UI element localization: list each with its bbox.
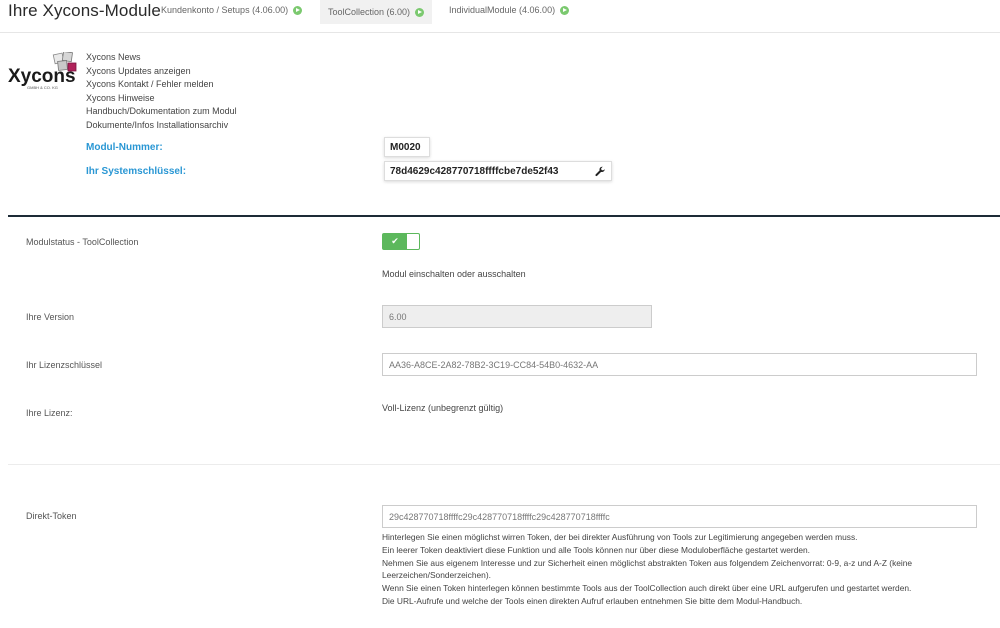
module-number-value: M0020 bbox=[384, 137, 430, 157]
section-divider bbox=[8, 215, 1000, 217]
token-label: Direkt-Token bbox=[26, 511, 77, 521]
module-status-toggle[interactable]: ✔ bbox=[382, 233, 420, 250]
link-xycons-news[interactable]: Xycons News bbox=[86, 51, 237, 65]
play-icon bbox=[560, 5, 570, 15]
license-key-field[interactable] bbox=[382, 353, 977, 376]
token-help-line: Hinterlegen Sie einen möglichst wirren T… bbox=[382, 532, 858, 542]
link-handbuch[interactable]: Handbuch/Dokumentation zum Modul bbox=[86, 105, 237, 119]
version-label: Ihre Version bbox=[26, 312, 75, 322]
play-icon bbox=[293, 5, 303, 15]
system-key-box: 78d4629c428770718ffffcbe7de52f43 bbox=[384, 161, 612, 181]
token-help-line: Ein leerer Token deaktiviert diese Funkt… bbox=[382, 544, 811, 555]
tab-label: ToolCollection (6.00) bbox=[328, 7, 411, 17]
link-xycons-updates[interactable]: Xycons Updates anzeigen bbox=[86, 65, 237, 79]
link-xycons-hinweise[interactable]: Xycons Hinweise bbox=[86, 92, 237, 106]
token-help-line: Leerzeichen/Sonderzeichen). bbox=[382, 570, 491, 581]
tab-kundenkonto[interactable]: Kundenkonto / Setups (4.06.00) bbox=[153, 0, 310, 20]
link-xycons-kontakt[interactable]: Xycons Kontakt / Fehler melden bbox=[86, 78, 237, 92]
tab-toolcollection[interactable]: ToolCollection (6.00) bbox=[320, 0, 433, 24]
license-label: Ihre Lizenz: bbox=[26, 408, 73, 418]
logo-wordmark: Xycons bbox=[8, 66, 76, 87]
license-key-label: Ihr Lizenzschlüssel bbox=[26, 360, 103, 370]
version-field[interactable] bbox=[382, 305, 652, 328]
status-label: Modulstatus - ToolCollection bbox=[26, 237, 139, 247]
page-title: Ihre Xycons-Module bbox=[8, 1, 161, 20]
tab-label: IndividualModule (4.06.00) bbox=[449, 5, 556, 15]
system-key-label: Ihr Systemschlüssel: bbox=[86, 166, 187, 177]
logo-subtext: GMBH & CO. KG bbox=[27, 85, 58, 90]
tab-individualmodule[interactable]: IndividualModule (4.06.00) bbox=[441, 0, 577, 20]
top-bar: Ihre Xycons-Module Kundenkonto / Setups … bbox=[0, 0, 1000, 33]
license-value: Voll-Lizenz (unbegrenzt gültig) bbox=[382, 403, 504, 413]
wrench-icon[interactable] bbox=[594, 166, 606, 178]
token-help-line: Wenn Sie einen Token hinterlegen können … bbox=[382, 583, 912, 594]
token-help-line: Die URL-Aufrufe und welche der Tools ein… bbox=[382, 595, 803, 606]
xycons-logo: Xycons GMBH & CO. KG bbox=[8, 51, 80, 92]
info-links: Xycons News Xycons Updates anzeigen Xyco… bbox=[86, 51, 237, 133]
link-dokumente[interactable]: Dokumente/Infos Installationsarchiv bbox=[86, 119, 237, 133]
tab-label: Kundenkonto / Setups (4.06.00) bbox=[161, 5, 289, 15]
system-key-value: 78d4629c428770718ffffcbe7de52f43 bbox=[390, 166, 559, 177]
token-help-line: Nehmen Sie aus eigenem Interesse und zur… bbox=[382, 557, 913, 568]
section-divider-light bbox=[8, 464, 1000, 465]
token-field[interactable] bbox=[382, 505, 977, 528]
status-help-text: Modul einschalten oder ausschalten bbox=[382, 269, 526, 279]
token-help-text: Hinterlegen Sie einen möglichst wirren T… bbox=[382, 531, 982, 608]
play-icon bbox=[415, 7, 425, 17]
module-number-label: Modul-Nummer: bbox=[86, 142, 163, 153]
check-icon: ✔ bbox=[383, 234, 407, 249]
